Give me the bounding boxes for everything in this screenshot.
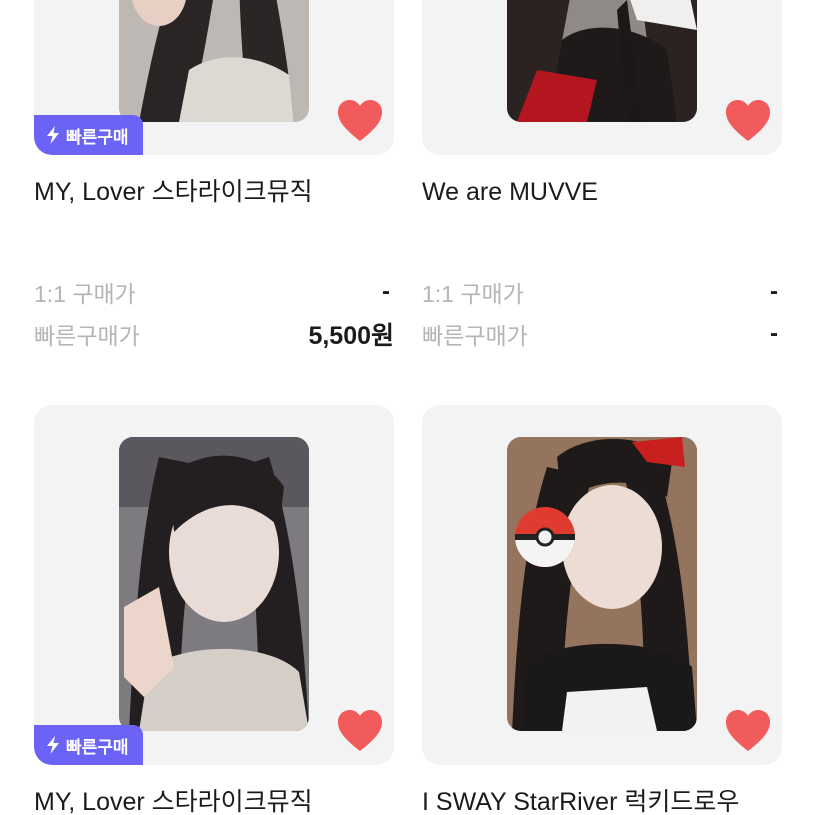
product-thumbnail[interactable] [422,0,782,155]
product-card[interactable]: 빠른구매 MY, Lover 스타라이크뮤직 [34,405,394,815]
price-label: 빠른구매가 [34,323,140,349]
fast-buy-badge: 빠른구매 [34,725,143,765]
price-row-fast: 빠른구매가 5,500원 [34,313,394,355]
price-value: - [770,320,778,347]
fast-buy-badge: 빠른구매 [34,115,143,155]
product-photo [119,437,309,731]
heart-icon [726,100,770,141]
like-button[interactable] [336,709,384,753]
price-value: - [770,278,778,305]
heart-icon [338,710,382,751]
product-title[interactable]: We are MUVVE [422,177,782,207]
price-label: 1:1 구매가 [422,281,524,307]
price-label: 1:1 구매가 [34,281,136,307]
price-label: 빠른구매가 [422,323,528,349]
product-photo [119,0,309,122]
product-thumbnail[interactable] [422,405,782,765]
product-photo [507,437,697,731]
price-row-fast: 빠른구매가 - [422,313,782,355]
lightning-icon [47,736,59,754]
product-photo [507,0,697,122]
product-title[interactable]: MY, Lover 스타라이크뮤직 [34,787,394,815]
product-title[interactable]: MY, Lover 스타라이크뮤직 [34,177,394,207]
product-title[interactable]: I SWAY StarRiver 럭키드로우 [422,787,782,815]
heart-icon [726,710,770,751]
price-row-1to1: 1:1 구매가 - [422,271,782,313]
price-value: - [382,278,390,305]
price-row-1to1: 1:1 구매가 - [34,271,394,313]
heart-icon [338,100,382,141]
lightning-icon [47,126,59,144]
product-grid: 빠른구매 MY, Lover 스타라이크뮤직 1:1 구매가 - 빠른구매가 5… [0,0,815,815]
product-thumbnail[interactable]: 빠른구매 [34,0,394,155]
like-button[interactable] [336,99,384,143]
badge-label: 빠른구매 [66,737,129,757]
like-button[interactable] [724,99,772,143]
product-card[interactable]: I SWAY StarRiver 럭키드로우 [422,405,782,815]
product-card[interactable]: We are MUVVE 1:1 구매가 - 빠른구매가 - [422,0,782,355]
product-card[interactable]: 빠른구매 MY, Lover 스타라이크뮤직 1:1 구매가 - 빠른구매가 5… [34,0,394,355]
price-value: 5,500원 [308,322,394,350]
badge-label: 빠른구매 [66,127,129,147]
product-thumbnail[interactable]: 빠른구매 [34,405,394,765]
like-button[interactable] [724,709,772,753]
